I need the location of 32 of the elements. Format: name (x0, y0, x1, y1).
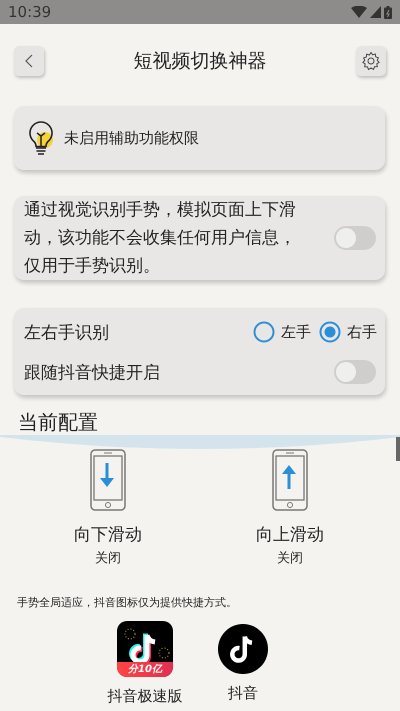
radio-option[interactable]: 左手 (253, 321, 311, 343)
phone-swipe-icon (90, 449, 126, 511)
back-button[interactable] (14, 46, 44, 76)
settings-icon (361, 51, 381, 71)
radio-option[interactable]: 右手 (319, 321, 377, 343)
status-time: 10:39 (8, 3, 52, 21)
section-title: 当前配置 (18, 409, 99, 435)
gesture-label: 向上滑动 (256, 524, 324, 546)
hand-label: 左右手识别 (24, 322, 109, 344)
follow-label: 跟随抖音快捷开启 (24, 362, 160, 384)
app-icon[interactable]: 分10亿 (117, 621, 173, 677)
battery-icon (384, 6, 392, 18)
gesture-status: 关闭 (277, 550, 303, 567)
gesture-status: 关闭 (95, 550, 121, 567)
page-title: 短视频切换神器 (134, 49, 266, 74)
toggle-switch[interactable] (333, 225, 377, 251)
gesture-description: 通过视觉识别手势，模拟页面上下滑动，该功能不会收集任何用户信息，仅用于手势识别。 (24, 199, 297, 278)
promo-badge: 分10亿 (117, 662, 173, 677)
toggle-switch[interactable] (333, 359, 377, 385)
app-name: 抖音极速版 (108, 687, 182, 706)
wifi-icon (351, 6, 367, 18)
hint-text: 手势全局适应，抖音图标仅为提供快捷方式。 (17, 595, 238, 609)
lightbulb-icon (26, 120, 56, 156)
settings-button[interactable] (356, 46, 386, 76)
app-name: 抖音 (228, 684, 258, 703)
permission-status: 未启用辅助功能权限 (64, 128, 199, 148)
back-icon (25, 54, 33, 68)
gesture-label: 向下滑动 (74, 524, 142, 546)
signal-icon (370, 6, 381, 18)
app-icon[interactable] (218, 624, 268, 674)
phone-swipe-icon (272, 449, 308, 511)
scrollbar (396, 437, 400, 461)
